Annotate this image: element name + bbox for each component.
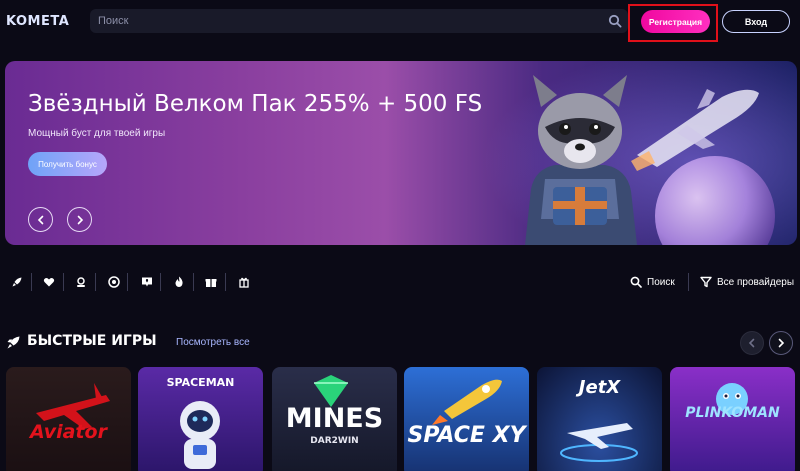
- filter-icon: [700, 276, 712, 288]
- game-title: SPACEMAN: [166, 376, 235, 389]
- rocket-graphic: [432, 379, 502, 425]
- raccoon-astronaut-graphic: [525, 75, 637, 245]
- see-all-link[interactable]: Посмотреть все: [176, 337, 250, 348]
- search-icon[interactable]: [608, 14, 622, 28]
- search-bar[interactable]: [90, 9, 628, 33]
- category-separator: [95, 273, 96, 291]
- banner-prev-button[interactable]: [28, 207, 53, 232]
- game-tile-mines[interactable]: MINES DAR2WIN: [272, 367, 397, 471]
- section-title: БЫСТРЫЕ ИГРЫ: [27, 333, 157, 349]
- game-search-button[interactable]: Поиск: [630, 274, 675, 290]
- astronaut-graphic: [180, 401, 220, 469]
- banner-next-button[interactable]: [67, 207, 92, 232]
- game-title: SPACE XY: [407, 423, 526, 448]
- user-badge-icon[interactable]: [75, 276, 87, 288]
- game-search-label: Поиск: [647, 276, 675, 288]
- rocket-icon: [7, 336, 20, 349]
- games-next-button[interactable]: [769, 331, 793, 355]
- chat-icon[interactable]: [141, 276, 153, 288]
- category-separator: [688, 273, 689, 291]
- jet-graphic: [560, 423, 638, 462]
- fast-games-section-header: БЫСТРЫЕ ИГРЫ Посмотреть все: [0, 330, 800, 356]
- hero-banner[interactable]: Звёздный Велком Пак 255% + 500 FS Мощный…: [5, 61, 797, 245]
- providers-label: Все провайдеры: [717, 276, 795, 288]
- games-prev-button[interactable]: [740, 331, 764, 355]
- flame-icon[interactable]: [173, 276, 185, 288]
- login-button[interactable]: Вход: [722, 10, 790, 33]
- category-bar: Поиск Все провайдеры: [0, 268, 800, 296]
- category-separator: [63, 273, 64, 291]
- game-tile-jetx[interactable]: JetX: [537, 367, 662, 471]
- game-title: Aviator: [30, 421, 107, 443]
- chevron-right-icon: [778, 338, 785, 348]
- game-tile-space-xy[interactable]: SPACE XY: [404, 367, 529, 471]
- game-provider: DAR2WIN: [310, 436, 359, 446]
- category-separator: [225, 273, 226, 291]
- search-icon: [630, 276, 642, 288]
- category-separator: [127, 273, 128, 291]
- present-icon[interactable]: [238, 276, 250, 288]
- chevron-left-icon: [37, 215, 43, 224]
- gift-box-icon[interactable]: [205, 276, 217, 288]
- rocket-icon[interactable]: [11, 276, 23, 288]
- search-input[interactable]: [90, 9, 628, 33]
- category-separator: [160, 273, 161, 291]
- chip-icon[interactable]: [108, 276, 120, 288]
- banner-subtitle: Мощный буст для твоей игры: [28, 128, 166, 139]
- game-tile-plinkoman[interactable]: PLINKOMAN: [670, 367, 795, 471]
- game-title: PLINKOMAN: [685, 405, 780, 421]
- heart-icon[interactable]: [43, 276, 55, 288]
- chevron-right-icon: [77, 215, 83, 224]
- header: KOMETA Регистрация Вход: [0, 0, 800, 44]
- banner-title: Звёздный Велком Пак 255% + 500 FS: [28, 91, 483, 117]
- game-title: JetX: [578, 377, 621, 398]
- game-title: MINES: [285, 403, 384, 434]
- game-tile-aviator[interactable]: Aviator: [6, 367, 131, 471]
- logo[interactable]: KOMETA: [6, 14, 69, 29]
- chevron-left-icon: [748, 338, 755, 348]
- category-separator: [193, 273, 194, 291]
- register-button[interactable]: Регистрация: [641, 10, 710, 33]
- providers-filter-button[interactable]: Все провайдеры: [700, 274, 794, 290]
- get-bonus-button[interactable]: Получить бонус: [28, 152, 107, 176]
- game-tile-spaceman[interactable]: SPACEMAN: [138, 367, 263, 471]
- category-separator: [31, 273, 32, 291]
